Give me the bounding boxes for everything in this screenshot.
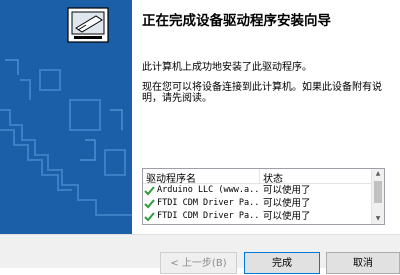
- driver-name: FTDI CDM Driver Pa...: [157, 211, 259, 221]
- list-item[interactable]: Arduino LLC (www.a... 可以使用了: [143, 184, 371, 197]
- scroll-thumb[interactable]: [374, 181, 382, 203]
- button-bar: < 上一步(B) 完成 取消: [0, 234, 400, 274]
- column-header-driver-name[interactable]: 驱动程序名: [146, 170, 196, 185]
- back-button[interactable]: < 上一步(B): [160, 252, 237, 274]
- column-divider[interactable]: [259, 169, 260, 183]
- cancel-button[interactable]: 取消: [326, 252, 400, 274]
- driver-name: Arduino LLC (www.a...: [157, 185, 259, 195]
- list-item[interactable]: FTDI CDM Driver Pa... 可以使用了: [143, 210, 371, 223]
- driver-list[interactable]: 驱动程序名 状态 Arduino LLC (www.a... 可以使用了 FTD…: [142, 168, 385, 225]
- scroll-up-icon[interactable]: ▲: [374, 170, 382, 178]
- driver-status: 可以使用了: [263, 198, 311, 209]
- hardware-install-graphic: [0, 7, 132, 216]
- scroll-down-icon[interactable]: ▼: [374, 215, 382, 223]
- column-header-status[interactable]: 状态: [263, 170, 283, 185]
- driver-name: FTDI CDM Driver Pa...: [157, 198, 259, 208]
- list-item[interactable]: FTDI CDM Driver Pa... 可以使用了: [143, 197, 371, 210]
- driver-list-header: 驱动程序名 状态: [143, 169, 371, 185]
- page-title: 正在完成设备驱动程序安装向导: [142, 13, 331, 29]
- check-icon: [144, 211, 155, 224]
- wizard-banner: [0, 0, 132, 234]
- vertical-scrollbar[interactable]: ▲ ▼: [371, 169, 384, 224]
- finish-button[interactable]: 完成: [244, 252, 320, 274]
- success-message: 此计算机上成功地安装了此驱动程序。: [142, 62, 312, 73]
- driver-status: 可以使用了: [263, 185, 311, 196]
- driver-status: 可以使用了: [263, 211, 311, 222]
- connect-device-message: 现在您可以将设备连接到此计算机。如果此设备附有说明，请先阅读。: [142, 82, 382, 104]
